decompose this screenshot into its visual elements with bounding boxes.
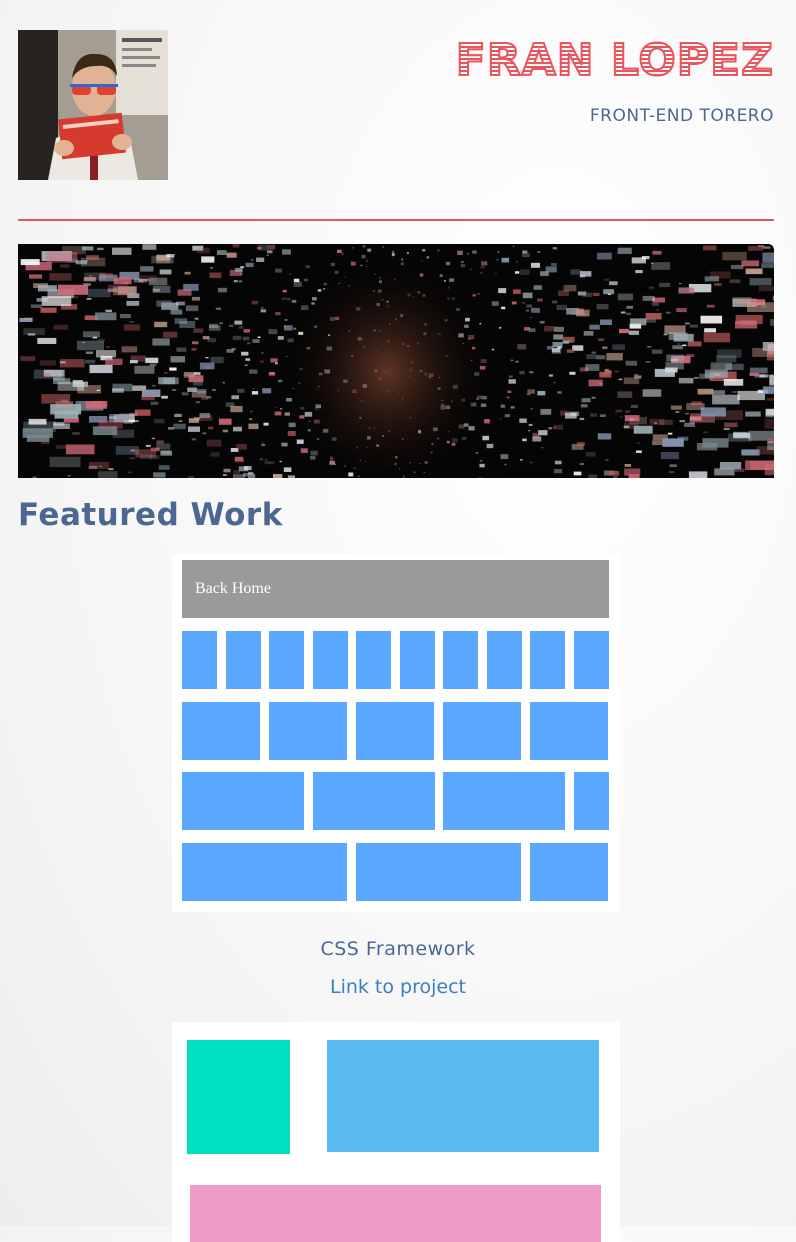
preview-block-blue <box>327 1040 599 1152</box>
preview-nav-label: Back Home <box>195 580 271 597</box>
grid-block <box>356 702 434 760</box>
grid-block <box>530 702 608 760</box>
grid-block <box>182 772 304 830</box>
grid-block <box>443 702 521 760</box>
grid-block <box>313 772 435 830</box>
grid-block <box>182 702 260 760</box>
avatar <box>18 30 168 180</box>
pixel-dispersion-banner-icon <box>18 244 774 478</box>
site-name: FRAN LOPEZ <box>456 36 774 86</box>
grid-block <box>269 631 304 689</box>
grid-block <box>182 631 217 689</box>
hero-banner <box>18 244 774 478</box>
grid-block <box>356 843 521 901</box>
grid-block <box>530 843 608 901</box>
site-tagline: FRONT-END TORERO <box>590 106 774 126</box>
project-title: CSS Framework <box>0 938 796 960</box>
project-preview-css-framework[interactable]: Back Home <box>172 554 620 912</box>
grid-block <box>530 631 565 689</box>
grid-block <box>487 631 522 689</box>
grid-block <box>400 631 435 689</box>
project-link[interactable]: Link to project <box>0 976 796 998</box>
featured-work-title: Featured Work <box>18 497 283 533</box>
preview-block-teal <box>187 1040 290 1154</box>
grid-block <box>269 702 347 760</box>
project-preview-layout[interactable] <box>172 1022 620 1242</box>
grid-block <box>313 631 348 689</box>
grid-block <box>226 631 261 689</box>
header-divider <box>18 219 774 221</box>
preview-block-pink <box>190 1185 601 1242</box>
grid-block <box>356 631 391 689</box>
grid-block <box>443 772 565 830</box>
grid-block <box>443 631 478 689</box>
grid-block <box>182 843 347 901</box>
grid-block <box>574 631 609 689</box>
grid-block <box>574 772 609 830</box>
